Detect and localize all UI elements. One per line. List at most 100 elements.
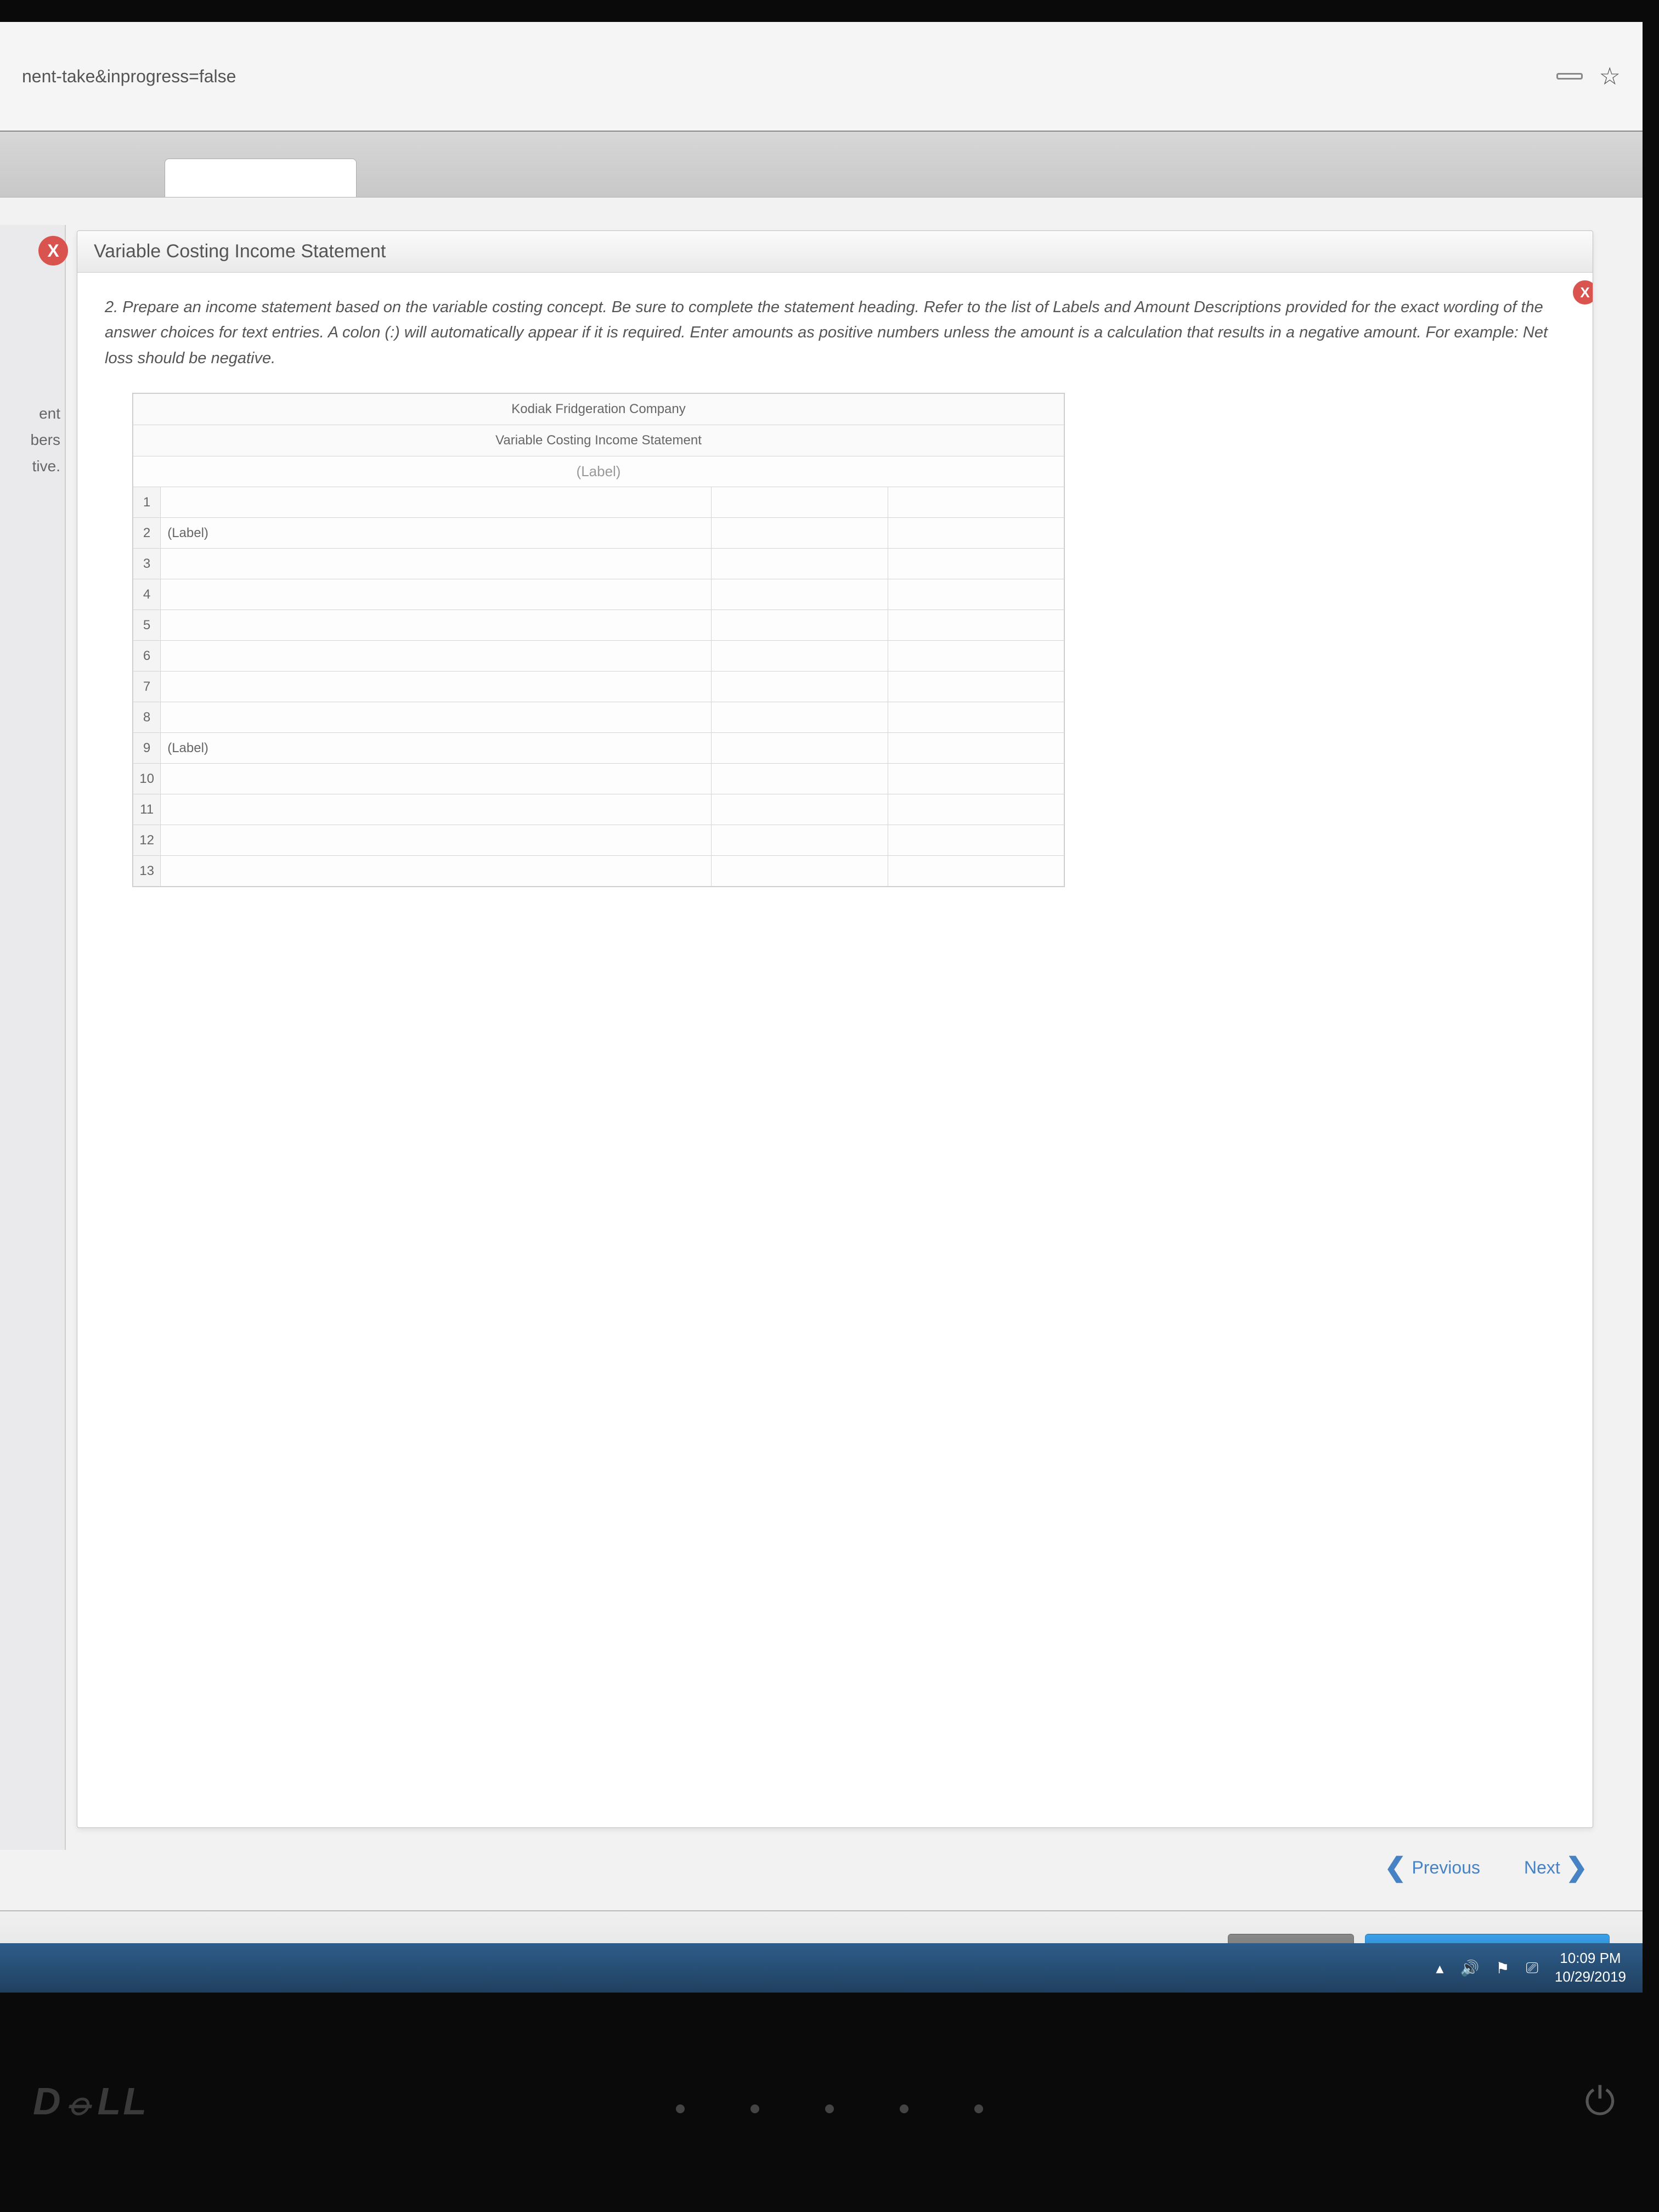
clock-time: 10:09 PM [1555, 1949, 1626, 1968]
amount-cell[interactable] [712, 702, 888, 733]
description-cell[interactable] [161, 702, 712, 733]
table-row: 5 [133, 610, 1064, 641]
sidebar-item[interactable]: bers [0, 427, 65, 453]
amount-cell[interactable] [712, 641, 888, 672]
assignment-content: ent bers tive. X X Variable Costing Inco… [0, 198, 1643, 1993]
clock-date: 10/29/2019 [1555, 1968, 1626, 1987]
description-cell[interactable]: (Label) [161, 518, 712, 549]
amount-cell[interactable] [888, 641, 1064, 672]
amount-cell[interactable] [888, 579, 1064, 610]
page-viewport: ent bers tive. X X Variable Costing Inco… [0, 132, 1643, 1993]
worksheet-heading-input[interactable]: (Label) [133, 456, 1064, 487]
amount-cell[interactable] [712, 610, 888, 641]
description-cell[interactable] [161, 641, 712, 672]
row-number: 5 [133, 610, 161, 641]
row-number: 10 [133, 764, 161, 794]
browser-top-right-icons: ☆ [1556, 63, 1621, 91]
sidebar-item[interactable]: tive. [0, 453, 65, 479]
amount-cell[interactable] [712, 549, 888, 579]
amount-cell[interactable] [712, 794, 888, 825]
amount-cell[interactable] [888, 794, 1064, 825]
bookmark-star-icon[interactable]: ☆ [1599, 63, 1621, 91]
previous-label: Previous [1412, 1858, 1480, 1878]
table-row: 6 [133, 641, 1064, 672]
description-cell[interactable] [161, 672, 712, 702]
description-cell[interactable] [161, 794, 712, 825]
instructions-text: 2. Prepare an income statement based on … [77, 273, 1593, 387]
amount-cell[interactable] [712, 672, 888, 702]
amount-cell[interactable] [712, 579, 888, 610]
table-row: 7 [133, 672, 1064, 702]
bezel-indicator-dots [676, 2104, 983, 2113]
amount-cell[interactable] [712, 518, 888, 549]
chevron-left-icon: ❮ [1384, 1852, 1406, 1883]
windows-taskbar: ▴ 🔊 ⚑ ⎚ 10:09 PM 10/29/2019 [0, 1943, 1643, 1993]
tab-strip [0, 132, 1643, 198]
flag-icon[interactable]: ⚑ [1496, 1959, 1509, 1977]
description-cell[interactable] [161, 856, 712, 887]
worksheet-statement-title: Variable Costing Income Statement [133, 425, 1064, 456]
show-hidden-icons-icon[interactable]: ▴ [1436, 1959, 1443, 1977]
panel-title: Variable Costing Income Statement [94, 241, 386, 262]
browser-tab[interactable] [165, 159, 357, 197]
worksheet-company: Kodiak Fridgeration Company [133, 394, 1064, 425]
amount-cell[interactable] [888, 518, 1064, 549]
chevron-right-icon: ❯ [1566, 1852, 1588, 1883]
amount-cell[interactable] [888, 702, 1064, 733]
table-row: 4 [133, 579, 1064, 610]
row-number: 11 [133, 794, 161, 825]
amount-cell[interactable] [888, 487, 1064, 518]
row-number: 12 [133, 825, 161, 856]
description-cell[interactable] [161, 579, 712, 610]
description-cell[interactable]: (Label) [161, 733, 712, 764]
amount-cell[interactable] [888, 672, 1064, 702]
amount-cell[interactable] [888, 610, 1064, 641]
close-icon[interactable]: X [1573, 280, 1593, 304]
description-cell[interactable] [161, 764, 712, 794]
url-text: nent-take&inprogress=false [22, 66, 236, 87]
table-row: 11 [133, 794, 1064, 825]
amount-cell[interactable] [712, 825, 888, 856]
amount-cell[interactable] [888, 856, 1064, 887]
network-icon[interactable]: ⎚ [1526, 1959, 1538, 1977]
window-minimize-icon[interactable] [1556, 73, 1583, 80]
row-number: 8 [133, 702, 161, 733]
table-row: 10 [133, 764, 1064, 794]
table-row: 12 [133, 825, 1064, 856]
close-icon[interactable]: X [38, 236, 68, 266]
description-cell[interactable] [161, 825, 712, 856]
question-panel: X Variable Costing Income Statement 2. P… [77, 230, 1593, 1828]
table-row: 9 (Label) [133, 733, 1064, 764]
description-cell[interactable] [161, 610, 712, 641]
nav-row: ❮ Previous Next ❯ [1384, 1852, 1588, 1883]
worksheet: Kodiak Fridgeration Company Variable Cos… [132, 393, 1065, 887]
amount-cell[interactable] [712, 733, 888, 764]
row-number: 3 [133, 549, 161, 579]
description-cell[interactable] [161, 549, 712, 579]
table-row: 3 [133, 549, 1064, 579]
taskbar-clock[interactable]: 10:09 PM 10/29/2019 [1555, 1949, 1626, 1987]
left-sidebar: ent bers tive. [0, 225, 66, 1850]
amount-cell[interactable] [888, 825, 1064, 856]
row-number: 6 [133, 641, 161, 672]
table-row: 2 (Label) [133, 518, 1064, 549]
amount-cell[interactable] [888, 549, 1064, 579]
table-row: 13 [133, 856, 1064, 887]
row-number: 7 [133, 672, 161, 702]
amount-cell[interactable] [712, 487, 888, 518]
row-number: 1 [133, 487, 161, 518]
panel-header: Variable Costing Income Statement [77, 231, 1593, 273]
volume-icon[interactable]: 🔊 [1460, 1959, 1479, 1977]
sidebar-item[interactable]: ent [0, 400, 65, 427]
power-button-icon[interactable]: ⏻ [1585, 2079, 1615, 2124]
description-cell[interactable] [161, 487, 712, 518]
amount-cell[interactable] [712, 764, 888, 794]
next-button[interactable]: Next ❯ [1524, 1852, 1588, 1883]
previous-button[interactable]: ❮ Previous [1384, 1852, 1480, 1883]
dell-logo: D⦵LL [33, 2079, 149, 2124]
amount-cell[interactable] [888, 764, 1064, 794]
monitor-bezel: nent-take&inprogress=false ☆ ent bers ti… [0, 0, 1659, 2212]
amount-cell[interactable] [712, 856, 888, 887]
row-number: 9 [133, 733, 161, 764]
amount-cell[interactable] [888, 733, 1064, 764]
